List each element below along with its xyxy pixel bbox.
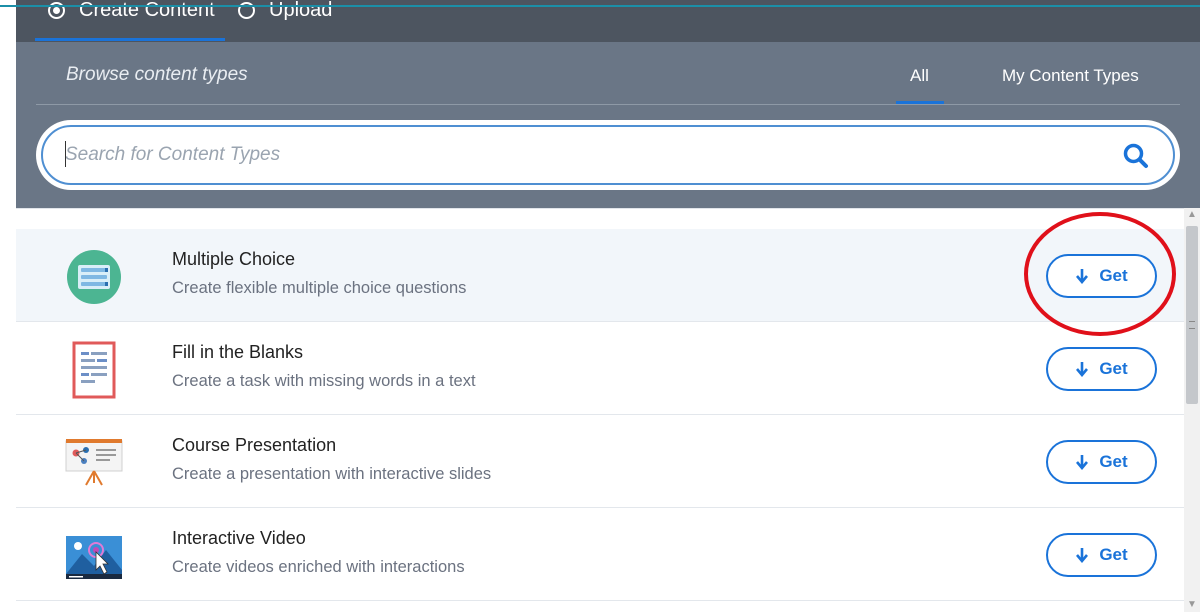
content-type-title: Interactive Video: [172, 528, 306, 548]
get-interactive-video-button[interactable]: Get: [1046, 533, 1157, 577]
content-type-description: Create videos enriched with interactions: [172, 558, 465, 576]
content-type-title: Multiple Choice: [172, 249, 296, 269]
content-type-list: Multiple Choice Create flexible multiple…: [16, 208, 1184, 612]
content-type-description: Create a task with missing words in a te…: [172, 372, 476, 390]
page-edge: [0, 0, 16, 612]
search-field-frame: [41, 125, 1175, 185]
content-type-description: Create a presentation with interactive s…: [172, 465, 492, 483]
browse-title: Browse content types: [66, 64, 248, 85]
fill-in-the-blanks-icon: [72, 341, 116, 399]
scroll-thumb[interactable]: [1186, 226, 1198, 404]
content-type-hub: Create Content Upload Browse content typ…: [16, 0, 1200, 612]
download-arrow-icon: [1076, 455, 1089, 470]
get-fill-in-the-blanks-button[interactable]: Get: [1046, 347, 1157, 391]
list-item[interactable]: Fill in the Blanks Create a task with mi…: [16, 322, 1184, 415]
text-caret: [65, 141, 66, 167]
search-icon[interactable]: [1121, 141, 1151, 171]
course-presentation-icon: [65, 439, 123, 486]
tab-label: Upload: [269, 0, 333, 21]
tab-label: Create Content: [79, 0, 215, 21]
scroll-up-arrow-icon[interactable]: ▲: [1184, 208, 1200, 222]
search-input[interactable]: [65, 135, 1085, 175]
interactive-video-icon: [66, 536, 122, 579]
get-button-label: Get: [1099, 452, 1128, 471]
list-item[interactable]: Course Presentation Create a presentatio…: [16, 415, 1184, 508]
list-item[interactable]: Interactive Video Create videos enriched…: [16, 508, 1184, 601]
filter-my-content-types[interactable]: My Content Types: [1002, 66, 1139, 86]
content-type-title: Fill in the Blanks: [172, 342, 304, 362]
active-tab-indicator: [35, 38, 225, 41]
get-course-presentation-button[interactable]: Get: [1046, 440, 1157, 484]
content-type-title: Course Presentation: [172, 435, 337, 455]
download-arrow-icon: [1076, 362, 1089, 377]
grip-icon: [1189, 321, 1195, 329]
get-button-label: Get: [1099, 359, 1128, 378]
content-type-description: Create flexible multiple choice question…: [172, 279, 467, 297]
scroll-down-arrow-icon[interactable]: ▼: [1184, 598, 1200, 612]
list-scrollbar[interactable]: ▲ ▼: [1184, 208, 1200, 612]
search-bar: [36, 120, 1180, 190]
get-button-label: Get: [1099, 545, 1128, 564]
browse-header: Browse content types All My Content Type…: [16, 42, 1200, 208]
list-item[interactable]: Multiple Choice Create flexible multiple…: [16, 229, 1184, 322]
get-multiple-choice-button[interactable]: Get: [1046, 254, 1157, 298]
multiple-choice-icon: [67, 250, 121, 304]
top-accent-line: [0, 5, 1200, 7]
filter-all[interactable]: All: [910, 66, 929, 86]
download-arrow-icon: [1076, 548, 1089, 563]
download-arrow-icon: [1076, 269, 1089, 284]
get-button-label: Get: [1099, 266, 1128, 285]
divider: [36, 104, 1180, 105]
